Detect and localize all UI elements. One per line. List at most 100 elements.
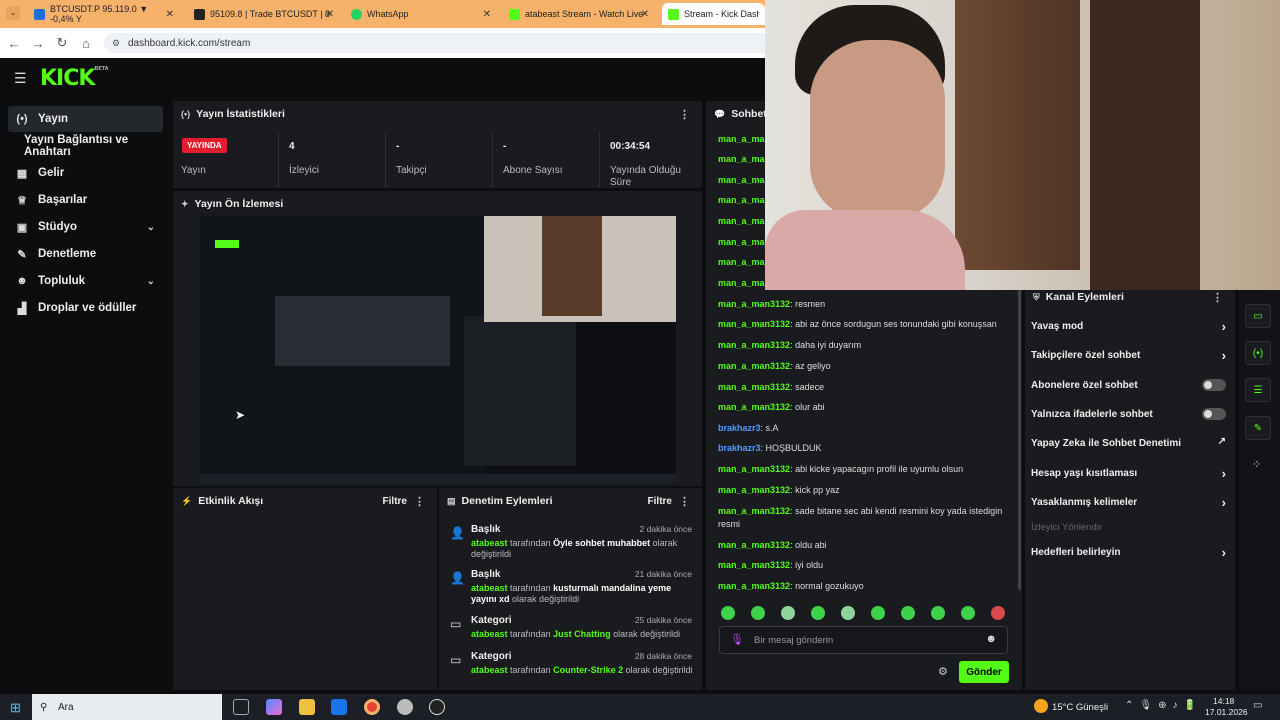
channel-action-item[interactable]: Hesap yaşı kısıtlaması › bbox=[1031, 466, 1226, 481]
sidebar-item-yayin[interactable]: (•) Yayın bbox=[8, 106, 163, 132]
tab-close-icon[interactable]: ✕ bbox=[483, 9, 491, 20]
clock-date[interactable]: 17.01.2026 bbox=[1205, 707, 1248, 717]
clock-time[interactable]: 14:18 bbox=[1213, 696, 1234, 706]
reload-icon[interactable]: ↻ bbox=[50, 35, 74, 51]
emote-icon[interactable] bbox=[751, 606, 765, 620]
site-info-icon[interactable]: ⚙ bbox=[112, 38, 120, 49]
more-icon[interactable]: ⋮ bbox=[679, 108, 690, 121]
menu-icon[interactable]: ☰ bbox=[14, 70, 27, 87]
chat-username[interactable]: man_a_man3132 bbox=[718, 340, 790, 350]
chat-username[interactable]: brakhazr3 bbox=[718, 423, 761, 433]
chat-username[interactable]: man_a_man3132 bbox=[718, 299, 790, 309]
send-button[interactable]: Gönder bbox=[959, 661, 1009, 683]
emote-icon[interactable] bbox=[991, 606, 1005, 620]
chat-username[interactable]: man_a_man bbox=[718, 195, 770, 205]
chat-username[interactable]: man_a_man bbox=[718, 278, 770, 288]
chat-username[interactable]: man_a_man bbox=[718, 257, 770, 267]
filter-button[interactable]: Filtre bbox=[383, 496, 407, 507]
toggle-switch[interactable] bbox=[1202, 408, 1226, 420]
explorer-icon[interactable] bbox=[299, 699, 315, 715]
chat-username[interactable]: man_a_man bbox=[718, 134, 770, 144]
emoji-icon[interactable]: ☻ bbox=[985, 633, 997, 645]
browser-tab-2[interactable]: 95109.8 | Trade BTCUSDT | 8 ✕ bbox=[188, 3, 338, 25]
sidebar-item-droplar[interactable]: ▟ Droplar ve ödüller bbox=[8, 295, 163, 321]
channel-action-item[interactable]: Yasaklanmış kelimeler › bbox=[1031, 495, 1226, 510]
channel-action-item[interactable]: Yapay Zeka ile Sohbet Denetimi ↗ bbox=[1031, 436, 1226, 449]
chat-username[interactable]: man_a_man3132 bbox=[718, 506, 790, 516]
kick-logo[interactable]: KICKBETA bbox=[40, 66, 109, 91]
chat-username[interactable]: man_a_man bbox=[718, 216, 770, 226]
chat-username[interactable]: brakhazr3 bbox=[718, 443, 761, 453]
browser-tab-4[interactable]: atabeast Stream - Watch Live o ✕ bbox=[503, 3, 653, 25]
browser-tab-3[interactable]: WhatsApp ✕ bbox=[345, 3, 495, 25]
more-icon[interactable]: ⋮ bbox=[1212, 291, 1223, 304]
sidebar-item-gelir[interactable]: ▦ Gelir bbox=[8, 160, 163, 186]
channel-action-item[interactable]: Hedefleri belirleyin › bbox=[1031, 545, 1226, 560]
chat-username[interactable]: man_a_man bbox=[718, 237, 770, 247]
chat-username[interactable]: man_a_man bbox=[718, 154, 770, 164]
chat-username[interactable]: man_a_man3132 bbox=[718, 540, 790, 550]
copilot-icon[interactable] bbox=[266, 699, 282, 715]
chat-settings-icon[interactable]: ⚙ bbox=[938, 665, 948, 678]
emote-icon[interactable] bbox=[721, 606, 735, 620]
emote-icon[interactable] bbox=[781, 606, 795, 620]
emote-icon[interactable] bbox=[871, 606, 885, 620]
chat-username[interactable]: man_a_man3132 bbox=[718, 464, 790, 474]
sidebar-item-stream-key[interactable]: Yayın Bağlantısı ve Anahtarı bbox=[8, 133, 170, 159]
tab-close-icon[interactable]: ✕ bbox=[641, 9, 649, 20]
tab-menu-button[interactable]: ⌄ bbox=[6, 6, 20, 20]
microphone-icon[interactable]: 🎙 bbox=[730, 633, 744, 646]
chat-username[interactable]: man_a_man3132 bbox=[718, 581, 790, 591]
chat-scrollbar[interactable] bbox=[1018, 290, 1021, 590]
stream-preview-video[interactable]: ➤ bbox=[200, 216, 676, 484]
outlook-icon[interactable] bbox=[331, 699, 347, 715]
emote-icon[interactable] bbox=[901, 606, 915, 620]
url-field[interactable]: ⚙ dashboard.kick.com/stream bbox=[104, 33, 784, 53]
more-icon[interactable]: ⋮ bbox=[414, 495, 425, 508]
chat-username[interactable]: man_a_man3132 bbox=[718, 361, 790, 371]
emote-icon[interactable] bbox=[931, 606, 945, 620]
channel-action-item[interactable]: Yalnızca ifadelerle sohbet bbox=[1031, 408, 1226, 420]
channel-action-item[interactable]: Abonelere özel sohbet bbox=[1031, 379, 1226, 391]
tab-close-icon[interactable]: ✕ bbox=[166, 9, 174, 20]
toggle-switch[interactable] bbox=[1202, 379, 1226, 391]
weather-text[interactable]: 15°C Güneşli bbox=[1052, 702, 1108, 713]
chat-username[interactable]: man_a_man3132 bbox=[718, 485, 790, 495]
sidebar-item-studyo[interactable]: ▣ Stüdyo ⌄ bbox=[8, 214, 163, 240]
chrome-icon[interactable] bbox=[364, 699, 380, 715]
sidebar-item-denetleme[interactable]: ✎ Denetleme bbox=[8, 241, 163, 267]
rail-more-icon[interactable]: ⁘ bbox=[1252, 458, 1261, 471]
channel-action-item[interactable]: Takipçilere özel sohbet › bbox=[1031, 348, 1226, 363]
back-icon[interactable]: ← bbox=[2, 36, 26, 51]
obs-icon[interactable] bbox=[429, 699, 445, 715]
notification-icon[interactable]: ▭ bbox=[1253, 700, 1262, 711]
filter-button[interactable]: Filtre bbox=[648, 496, 672, 507]
more-icon[interactable]: ⋮ bbox=[679, 495, 690, 508]
forward-icon[interactable]: → bbox=[26, 36, 50, 51]
browser-tab-1[interactable]: BTCUSDT.P 95.119.0 ▼ -0,4% Y ✕ bbox=[28, 3, 178, 25]
emote-icon[interactable] bbox=[841, 606, 855, 620]
system-tray-icons[interactable]: ⌃🎙⊕♪🔋 bbox=[1125, 700, 1202, 711]
channel-action-item[interactable]: Yavaş mod › bbox=[1031, 319, 1226, 334]
rail-layout-icon[interactable]: ☰ bbox=[1245, 378, 1271, 402]
emote-icon[interactable] bbox=[961, 606, 975, 620]
rail-wrench-icon[interactable]: ✎ bbox=[1245, 416, 1271, 440]
taskbar-search[interactable]: ⚲ Ara bbox=[32, 694, 222, 720]
rail-broadcast-icon[interactable]: (•) bbox=[1245, 341, 1271, 365]
browser-tab-5[interactable]: Stream - Kick Dashboard bbox=[662, 3, 765, 25]
chat-username[interactable]: man_a_man3132 bbox=[718, 402, 790, 412]
chat-username[interactable]: man_a_man3132 bbox=[718, 319, 790, 329]
chat-message-input[interactable]: 🎙 Bir mesaj gönderin ☻ bbox=[719, 626, 1008, 654]
home-icon[interactable]: ⌂ bbox=[74, 36, 98, 51]
chat-username[interactable]: man_a_man3132 bbox=[718, 382, 790, 392]
chat-username[interactable]: man_a_man bbox=[718, 175, 770, 185]
chat-username[interactable]: man_a_man3132 bbox=[718, 560, 790, 570]
emote-icon[interactable] bbox=[811, 606, 825, 620]
sidebar-item-topluluk[interactable]: ☻ Topluluk ⌄ bbox=[8, 268, 163, 294]
start-icon[interactable]: ⊞ bbox=[10, 700, 21, 716]
sidebar-item-basarilar[interactable]: ♕ Başarılar bbox=[8, 187, 163, 213]
app-icon[interactable] bbox=[397, 699, 413, 715]
rail-chat-icon[interactable]: ▭ bbox=[1245, 304, 1271, 328]
task-view-icon[interactable] bbox=[233, 699, 249, 715]
tab-close-icon[interactable]: ✕ bbox=[326, 9, 334, 20]
